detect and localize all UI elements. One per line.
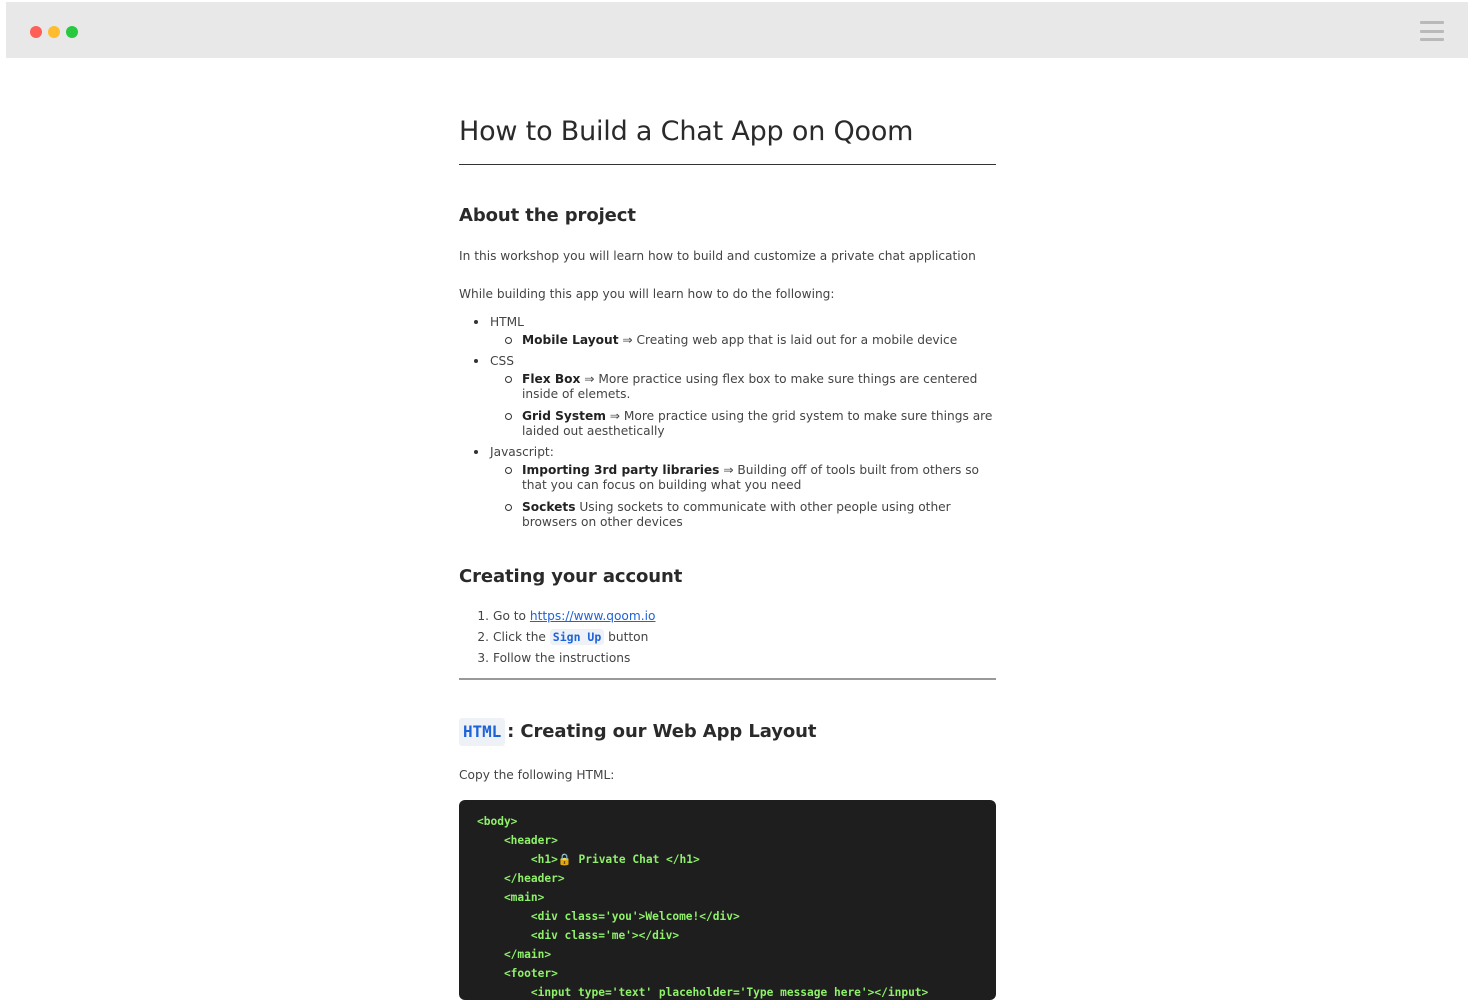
topic-item-html: HTML Mobile Layout ⇒ Creating web app th… (459, 313, 996, 348)
code-block[interactable]: <body> <header> <h1>🔒 Private Chat </h1>… (459, 800, 996, 1000)
code-line: <div class='you'>Welcome!</div> (477, 910, 740, 923)
minimize-window-icon[interactable] (48, 26, 60, 38)
sign-up-code: Sign Up (549, 629, 605, 645)
article-content: How to Build a Chat App on Qoom About th… (459, 112, 996, 1000)
subtopic-item: Importing 3rd party libraries ⇒ Building… (490, 463, 996, 493)
code-line: <div class='me'></div> (477, 929, 680, 942)
code-line: <header> (477, 834, 558, 847)
subtopics-list: Mobile Layout ⇒ Creating web app that is… (490, 333, 996, 348)
subtopic-item: Mobile Layout ⇒ Creating web app that is… (490, 333, 996, 348)
browser-window: How to Build a Chat App on Qoom About th… (6, 0, 1468, 1000)
topic-label: HTML (490, 315, 524, 329)
window-title-bar (6, 2, 1468, 58)
close-window-icon[interactable] (30, 26, 42, 38)
page-title: How to Build a Chat App on Qoom (459, 112, 996, 165)
subtopics-list: Flex Box ⇒ More practice using flex box … (490, 372, 996, 439)
html-badge: HTML (459, 718, 506, 746)
code-line: </main> (477, 948, 552, 961)
while-building-text: While building this app you will learn h… (459, 287, 835, 301)
code-line: <input type='text' placeholder='Type mes… (477, 986, 929, 999)
about-intro-text: In this workshop you will learn how to b… (459, 249, 976, 263)
qoom-link[interactable]: https://www.qoom.io (530, 609, 656, 623)
topic-label: CSS (490, 354, 514, 368)
code-line: <h1>🔒 Private Chat </h1> (477, 853, 700, 866)
step-item: 2. Click the Sign Up button (477, 629, 649, 645)
subtopic-item: Grid System ⇒ More practice using the gr… (490, 409, 996, 439)
code-line: <main> (477, 891, 545, 904)
topics-list: HTML Mobile Layout ⇒ Creating web app th… (459, 313, 996, 530)
code-line: </header> (477, 872, 565, 885)
subtopic-item: Sockets Using sockets to communicate wit… (490, 500, 996, 530)
topic-label: Javascript: (490, 445, 554, 459)
step-item: 3. Follow the instructions (477, 651, 631, 665)
html-section-heading: HTML: Creating our Web App Layout (459, 718, 996, 746)
subtopic-item: Flex Box ⇒ More practice using flex box … (490, 372, 996, 402)
step-item: 1. Go to https://www.qoom.io (477, 609, 656, 623)
about-heading: About the project (459, 205, 636, 226)
topic-item-css: CSS Flex Box ⇒ More practice using flex … (459, 352, 996, 439)
copy-instruction-text: Copy the following HTML: (459, 768, 615, 782)
topic-item-javascript: Javascript: Importing 3rd party librarie… (459, 443, 996, 530)
code-line: <body> (477, 815, 518, 828)
section-divider (459, 678, 996, 680)
account-heading: Creating your account (459, 566, 683, 587)
account-steps-list: 1. Go to https://www.qoom.io 2. Click the … (459, 606, 996, 669)
subtopics-list: Importing 3rd party libraries ⇒ Building… (490, 463, 996, 530)
maximize-window-icon[interactable] (66, 26, 78, 38)
code-line: <footer> (477, 967, 558, 980)
hamburger-menu-icon[interactable] (1420, 21, 1444, 41)
